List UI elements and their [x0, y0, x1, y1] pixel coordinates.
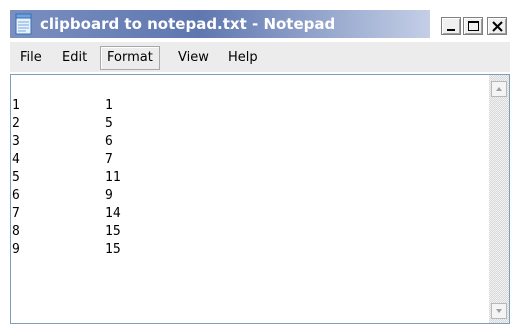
minimize-button[interactable] — [441, 17, 461, 35]
close-button[interactable] — [487, 17, 507, 35]
menu-bar: File Edit Format View Help — [10, 42, 510, 72]
maximize-button[interactable] — [463, 17, 483, 35]
menu-edit[interactable]: Edit — [56, 46, 93, 70]
close-icon — [492, 21, 503, 32]
text-editor[interactable]: 11 25 36 47 5 11 69 7 14 8 15 9 15 — [10, 74, 510, 324]
menu-help[interactable]: Help — [222, 46, 264, 70]
scroll-down-button[interactable] — [491, 303, 507, 319]
text-line: 69 — [12, 188, 113, 203]
maximize-icon — [468, 21, 479, 31]
notepad-window: clipboard to notepad.txt - Notepad File … — [0, 0, 512, 324]
text-line: 7 14 — [12, 206, 121, 221]
text-line: 25 — [12, 116, 113, 131]
text-line: 8 15 — [12, 224, 121, 239]
window-title: clipboard to notepad.txt - Notepad — [40, 15, 336, 33]
menu-format[interactable]: Format — [100, 46, 160, 70]
arrow-up-icon — [496, 87, 502, 91]
notepad-icon[interactable] — [14, 13, 34, 35]
document-text[interactable]: 11 25 36 47 5 11 69 7 14 8 15 9 15 — [11, 79, 487, 323]
text-line: 47 — [12, 152, 113, 167]
text-line: 36 — [12, 134, 113, 149]
arrow-down-icon — [496, 309, 502, 313]
vertical-scrollbar[interactable] — [489, 75, 509, 323]
text-line: 9 15 — [12, 242, 121, 257]
title-bar[interactable]: clipboard to notepad.txt - Notepad — [0, 0, 512, 40]
minimize-icon — [447, 29, 455, 31]
text-line: 5 11 — [12, 170, 121, 185]
scroll-up-button[interactable] — [491, 81, 507, 97]
text-line: 11 — [12, 98, 113, 113]
menu-view[interactable]: View — [172, 46, 215, 70]
menu-file[interactable]: File — [14, 46, 48, 70]
